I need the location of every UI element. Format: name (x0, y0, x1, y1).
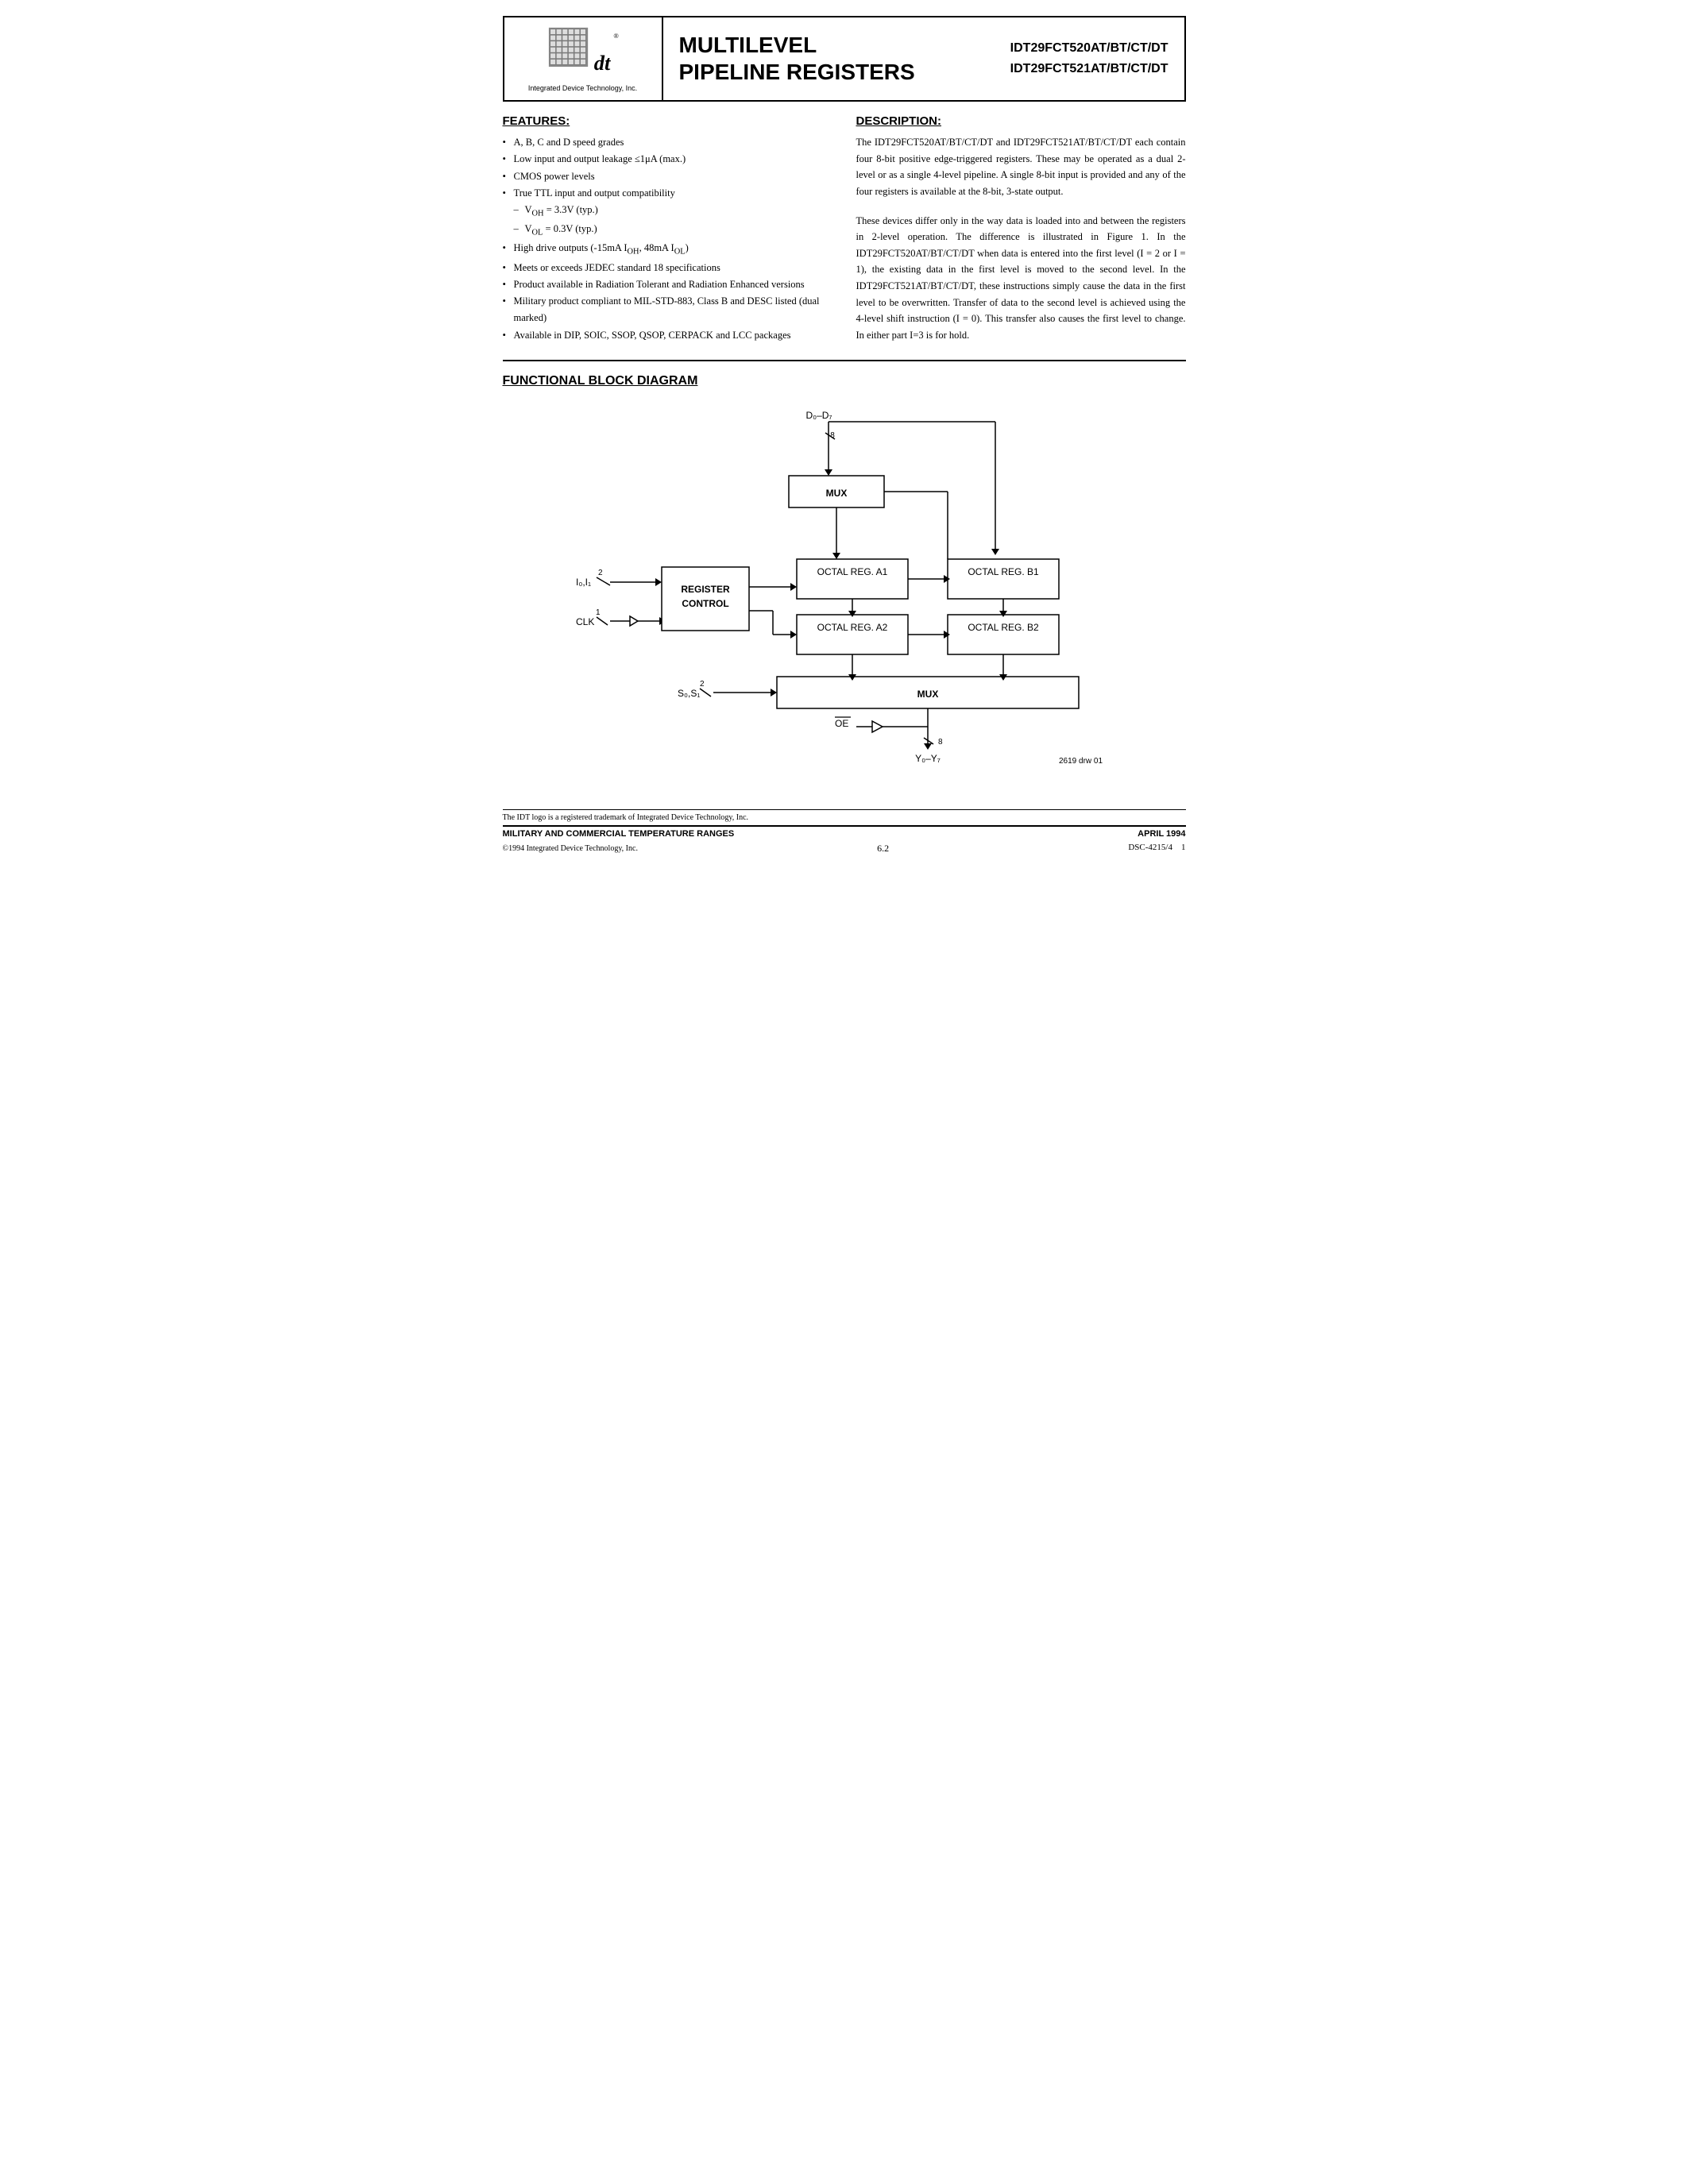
header-product-title: MULTILEVEL PIPELINE REGISTERS (663, 17, 995, 100)
feature-sub-item: VOL = 0.3V (typ.) (503, 221, 832, 240)
feature-item: Military product compliant to MIL-STD-88… (503, 293, 832, 327)
feature-item: True TTL input and output compatibility (503, 185, 832, 202)
section-divider (503, 360, 1186, 361)
title-line2: PIPELINE REGISTERS (679, 59, 979, 86)
mux-bottom-label: MUX (917, 689, 938, 700)
features-list: A, B, C and D speed grades Low input and… (503, 134, 832, 344)
bit-8-bottom-label: 8 (938, 738, 943, 747)
mux-top-label: MUX (825, 488, 847, 499)
clk-label: CLK (576, 616, 594, 627)
features-heading: FEATURES: (503, 114, 832, 128)
features-section: FEATURES: A, B, C and D speed grades Low… (503, 114, 832, 344)
logo-section: dt ® Integrated Device Technology, Inc. (504, 17, 663, 100)
features-description-section: FEATURES: A, B, C and D speed grades Low… (503, 114, 1186, 344)
octal-a2-label-line1: OCTAL REG. A2 (817, 622, 887, 633)
diagram-container: .box { fill: #fff; stroke: #000; stroke-… (503, 404, 1186, 785)
logo-company-name: Integrated Device Technology, Inc. (528, 84, 637, 92)
page-1: 1 (1181, 843, 1186, 852)
svg-text:dt: dt (593, 51, 611, 75)
clk-bit-label: 1 (596, 608, 601, 617)
functional-block-diagram-svg: .box { fill: #fff; stroke: #000; stroke-… (503, 404, 1186, 785)
diagram-heading: FUNCTIONAL BLOCK DIAGRAM (503, 374, 1186, 388)
feature-item: Available in DIP, SOIC, SSOP, QSOP, CERP… (503, 327, 832, 344)
register-label-line1: REGISTER (681, 584, 730, 595)
octal-b2-label: OCTAL REG. B2 (968, 622, 1039, 633)
io-bit-label: 2 (598, 569, 603, 577)
trademark-text: The IDT logo is a registered trademark o… (503, 813, 749, 822)
feature-item: A, B, C and D speed grades (503, 134, 832, 151)
draw-number-label: 2619 drw 01 (1059, 757, 1103, 766)
s-input-label: S₀,S₁ (678, 688, 700, 699)
octal-a2-box (797, 615, 908, 654)
header-part-numbers: IDT29FCT520AT/BT/CT/DT IDT29FCT521AT/BT/… (995, 17, 1184, 100)
part-number-2: IDT29FCT521AT/BT/CT/DT (1010, 59, 1168, 79)
octal-b2-box (948, 615, 1059, 654)
logo-image: dt ® (547, 25, 619, 81)
feature-item: Low input and output leakage ≤1μA (max.) (503, 151, 832, 168)
footer-bottom-bar: MILITARY AND COMMERCIAL TEMPERATURE RANG… (503, 825, 1186, 841)
feature-item: CMOS power levels (503, 168, 832, 185)
register-label-line2: CONTROL (682, 598, 728, 609)
octal-a1-box (797, 559, 908, 599)
feature-item: High drive outputs (-15mA IOH, 48mA IOL) (503, 240, 832, 259)
octal-b1-label: OCTAL REG. B1 (968, 566, 1039, 577)
dsc-text: DSC-4215/4 (1128, 843, 1172, 852)
octal-a1-label-line1: OCTAL REG. A1 (817, 566, 887, 577)
description-heading: DESCRIPTION: (856, 114, 1186, 128)
page-header: dt ® Integrated Device Technology, Inc. … (503, 16, 1186, 102)
octal-b1-box (948, 559, 1059, 599)
feature-sub-item: VOH = 3.3V (typ.) (503, 202, 832, 221)
page-number: 6.2 (877, 843, 889, 855)
title-line1: MULTILEVEL (679, 32, 979, 59)
io-input-label: I₀,I₁ (576, 577, 591, 588)
oe-buffer-symbol (872, 721, 883, 732)
footer-mil-label: MILITARY AND COMMERCIAL TEMPERATURE RANG… (503, 829, 735, 839)
copyright-text: ©1994 Integrated Device Technology, Inc. (503, 844, 638, 855)
description-para1: The IDT29FCT520AT/BT/CT/DT and IDT29FCT5… (856, 134, 1186, 200)
idt-logo-svg: dt ® (547, 25, 619, 82)
s-bit-label: 2 (700, 680, 705, 689)
description-section: DESCRIPTION: The IDT29FCT520AT/BT/CT/DT … (856, 114, 1186, 344)
footer-page-row: ©1994 Integrated Device Technology, Inc.… (503, 843, 1186, 855)
d-input-label: D₀–D₇ (805, 410, 832, 421)
feature-item: Product available in Radiation Tolerant … (503, 276, 832, 293)
diagram-section: FUNCTIONAL BLOCK DIAGRAM .box { fill: #f… (503, 374, 1186, 785)
dsc-number: DSC-4215/4 1 (1128, 843, 1185, 855)
oe-label: OE (835, 718, 848, 729)
part-number-1: IDT29FCT520AT/BT/CT/DT (1010, 38, 1168, 59)
svg-text:®: ® (613, 32, 619, 40)
feature-item: Meets or exceeds JEDEC standard 18 speci… (503, 260, 832, 276)
footer-date-label: APRIL 1994 (1138, 829, 1185, 839)
y-output-label: Y₀–Y₇ (915, 753, 941, 764)
description-para2: These devices differ only in the way dat… (856, 213, 1186, 344)
footer-trademark: The IDT logo is a registered trademark o… (503, 809, 1186, 822)
